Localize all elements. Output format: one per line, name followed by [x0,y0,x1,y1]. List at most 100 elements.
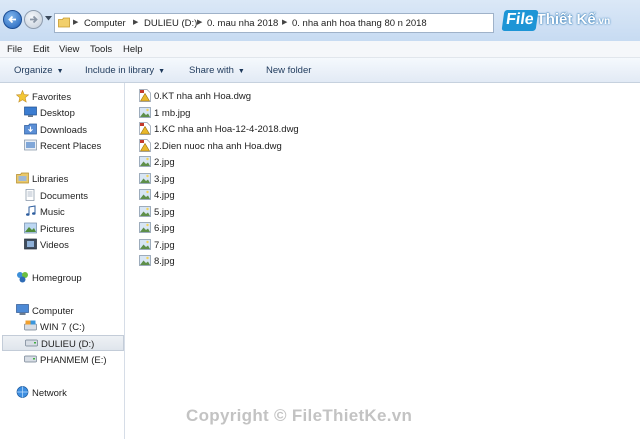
menu-bar: File Edit View Tools Help [0,41,640,58]
dwg-file-icon [139,89,151,102]
chevron-down-icon: ▼ [158,68,166,75]
new-folder-button[interactable]: New folder [266,65,311,76]
recent-pages-dropdown[interactable] [45,16,52,21]
desktop-icon [24,106,37,117]
image-file-icon [139,172,151,184]
folder-icon [58,17,70,28]
breadcrumb[interactable]: ▶ Computer ▶ DULIEU (D:) ▶ 0. mau nha 20… [54,13,494,33]
nav-drive-c-label: WIN 7 (C:) [40,322,85,333]
downloads-icon [24,123,37,135]
file-name: 8.jpg [154,256,175,267]
nav-computer[interactable]: Computer [0,303,124,319]
forward-button[interactable] [24,10,43,29]
breadcrumb-folder-parent[interactable]: 0. mau nha 2018 [207,18,278,29]
nav-network[interactable]: Network [0,385,124,401]
network-icon [16,386,29,398]
nav-drive-e-label: PHANMEM (E:) [40,355,107,366]
brand-logo: File Thiết Kế.vn [501,10,611,36]
pictures-icon [24,222,37,234]
breadcrumb-folder-current[interactable]: 0. nha anh hoa thang 80 n 2018 [292,18,427,29]
file-name: 6.jpg [154,223,175,234]
nav-documents[interactable]: Documents [0,188,124,204]
chevron-down-icon: ▼ [237,68,245,75]
image-file-icon [139,205,151,217]
arrow-left-icon [8,15,16,24]
system-drive-icon [24,320,37,331]
file-name: 1.KC nha anh Hoa-12-4-2018.dwg [154,124,299,135]
drive-icon [24,355,37,363]
menu-file[interactable]: File [7,44,22,55]
breadcrumb-computer[interactable]: Computer [84,18,126,29]
image-file-icon [139,189,151,200]
music-icon [26,205,36,216]
file-name: 4.jpg [154,190,175,201]
arrow-right-icon [30,15,38,24]
command-bar: Organize ▼ Include in library ▼ Share with… [0,58,640,83]
libraries-icon [16,172,29,184]
nav-homegroup-label: Homegroup [32,273,82,284]
file-name: 7.jpg [154,239,175,251]
dwg-file-icon [139,138,151,152]
nav-desktop-label: Desktop [40,108,75,119]
computer-icon [16,304,29,315]
file-name: 3.jpg [154,173,175,185]
file-list: 0.KT nha anh Hoa.dwg 1 mb.jpg 1.KC nha anh… [125,83,640,439]
homegroup-icon [17,272,28,283]
share-with-button[interactable]: Share with ▼ [189,65,245,76]
file-name: 0.KT nha anh Hoa.dwg [154,91,252,102]
nav-documents-label: Documents [40,191,89,202]
nav-desktop[interactable]: Desktop [0,105,124,121]
share-label: Share with [189,65,234,76]
brand-tld: .vn [595,16,611,27]
menu-tools[interactable]: Tools [90,44,112,55]
nav-music[interactable]: Music [0,204,124,220]
breadcrumb-separator-icon: ▶ [282,19,288,26]
file-name: 5.jpg [154,206,175,218]
navigation-pane: Favorites Desktop Downloads Recent Place… [0,83,125,439]
chevron-down-icon: ▼ [56,68,64,75]
image-file-icon [139,156,151,167]
menu-help[interactable]: Help [123,44,143,55]
nav-drive-e[interactable]: PHANMEM (E:) [0,352,124,368]
image-file-icon [139,238,151,250]
watermark: Copyright © FileThietKe.vn [186,406,413,425]
breadcrumb-separator-icon: ▶ [197,19,203,26]
organize-button[interactable]: Organize ▼ [14,65,64,76]
nav-favorites-label: Favorites [32,92,72,103]
file-name: 2.Dien nuoc nha anh Hoa.dwg [154,140,282,152]
organize-label: Organize [14,65,53,76]
menu-edit[interactable]: Edit [33,44,49,55]
nav-downloads-label: Downloads [40,125,87,136]
nav-downloads[interactable]: Downloads [0,122,124,138]
nav-videos[interactable]: Videos [0,237,124,253]
image-file-icon [139,106,151,118]
breadcrumb-separator-icon: ▶ [73,19,79,26]
nav-pictures[interactable]: Pictures [0,221,124,237]
image-file-icon [139,255,151,266]
nav-homegroup[interactable]: Homegroup [0,270,124,286]
nav-computer-label: Computer [32,306,74,317]
image-file-icon [139,222,151,233]
menu-view[interactable]: View [59,44,79,55]
nav-recent-places[interactable]: Recent Places [0,138,124,154]
back-button[interactable] [3,10,22,29]
dwg-file-icon [139,122,151,135]
include-label: Include in library [85,65,155,76]
star-icon [16,90,29,103]
file-name: 2.jpg [154,157,175,168]
nav-libraries-label: Libraries [32,174,69,185]
nav-favorites[interactable]: Favorites [0,89,124,105]
nav-drive-d[interactable]: DULIEU (D:) [2,335,124,351]
nav-network-label: Network [32,388,67,399]
nav-libraries[interactable]: Libraries [0,171,124,187]
nav-drive-c[interactable]: WIN 7 (C:) [0,319,124,335]
videos-icon [24,238,37,250]
nav-videos-label: Videos [40,240,69,251]
breadcrumb-drive[interactable]: DULIEU (D:) [144,18,197,29]
documents-icon [25,189,35,201]
drive-icon [25,339,38,347]
include-in-library-button[interactable]: Include in library ▼ [85,65,165,76]
nav-recent-places-label: Recent Places [40,141,102,152]
nav-drive-d-label: DULIEU (D:) [41,339,95,350]
nav-music-label: Music [40,207,65,218]
